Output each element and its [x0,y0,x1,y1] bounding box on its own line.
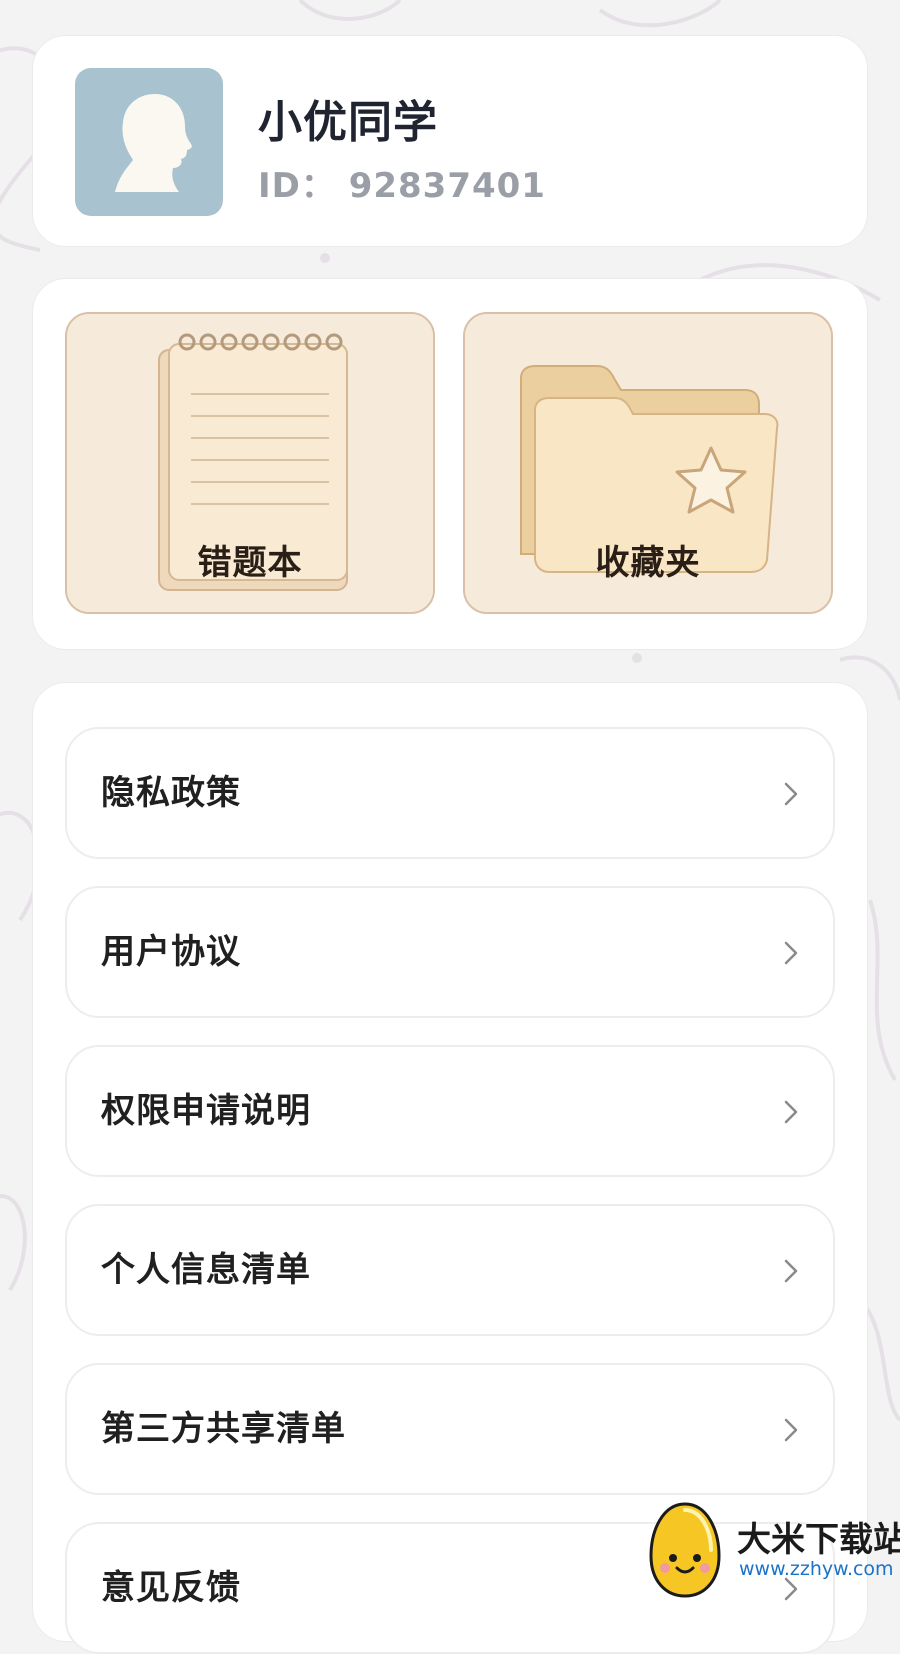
watermark-text: 大米下载站 [737,1520,900,1560]
menu-item-personal-info-list[interactable]: 个人信息清单 [65,1204,835,1336]
menu-item-label: 权限申请说明 [101,1091,311,1131]
watermark-url: www.zzhyw.com [739,1558,894,1580]
chevron-right-icon [784,1259,798,1283]
user-silhouette-icon [115,94,192,192]
avatar[interactable] [75,68,223,216]
chevron-right-icon [784,782,798,806]
menu-item-label: 用户协议 [101,932,241,972]
feature-panel: 错题本 收藏夹 [32,278,868,650]
menu-item-label: 第三方共享清单 [101,1409,346,1449]
menu-item-label: 个人信息清单 [101,1250,311,1290]
favorites-folder-label: 收藏夹 [595,543,701,583]
menu-item-third-party-sharing[interactable]: 第三方共享清单 [65,1363,835,1495]
menu-item-label: 意见反馈 [101,1568,241,1608]
chevron-right-icon [784,941,798,965]
rice-mascot-logo [649,1502,721,1598]
menu-item-label: 隐私政策 [101,773,241,813]
menu-item-user-agreement[interactable]: 用户协议 [65,886,835,1018]
username: 小优同学 [258,97,438,148]
chevron-right-icon [784,1418,798,1442]
profile-card[interactable]: 小优同学 ID： 92837401 [32,35,868,247]
menu-item-permission-description[interactable]: 权限申请说明 [65,1045,835,1177]
favorites-folder-button[interactable]: 收藏夹 [463,312,833,614]
menu-item-privacy-policy[interactable]: 隐私政策 [65,727,835,859]
user-id: ID： 92837401 [258,166,546,206]
watermark: 大米下载站 www.zzhyw.com [645,1500,900,1600]
mistake-notebook-label: 错题本 [197,543,303,583]
mistake-notebook-button[interactable]: 错题本 [65,312,435,614]
settings-menu: 隐私政策 用户协议 权限申请说明 个人信息清单 第三方共享清单 意见反馈 [32,682,868,1654]
chevron-right-icon [784,1100,798,1124]
